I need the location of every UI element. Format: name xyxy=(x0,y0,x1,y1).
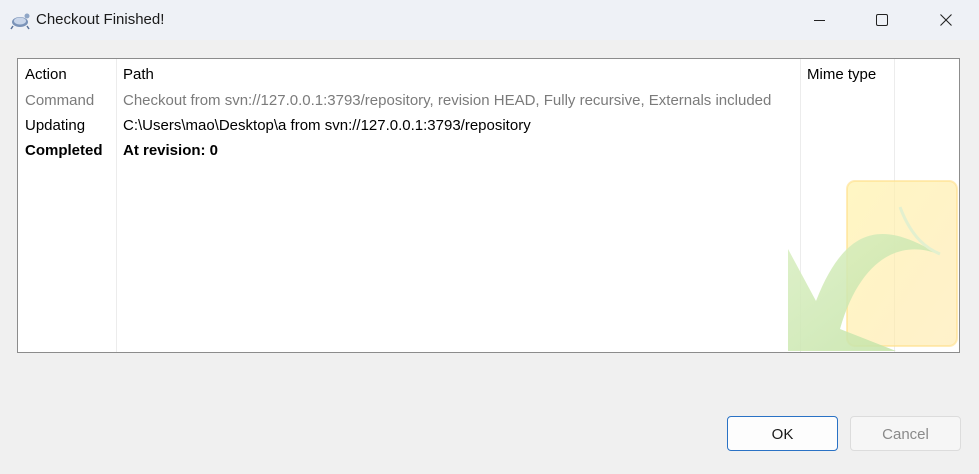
checkout-log-list[interactable]: Action Path Mime type Command Checkout f… xyxy=(17,58,960,353)
close-icon xyxy=(940,14,952,26)
close-button[interactable] xyxy=(915,0,977,40)
title-bar: Checkout Finished! xyxy=(0,0,979,40)
column-separator xyxy=(116,59,117,352)
path-cell: C:\Users\mao\Desktop\a from svn://127.0.… xyxy=(123,117,531,134)
tortoisesvn-icon xyxy=(9,10,31,30)
maximize-icon xyxy=(876,14,888,26)
minimize-button[interactable] xyxy=(789,0,851,40)
minimize-icon xyxy=(814,20,825,21)
checkmark-arrow-icon xyxy=(788,180,958,351)
action-cell: Updating xyxy=(25,117,86,134)
ok-button[interactable]: OK xyxy=(727,416,838,451)
path-cell: Checkout from svn://127.0.0.1:3793/repos… xyxy=(123,92,772,109)
maximize-button[interactable] xyxy=(851,0,913,40)
column-header-mime-type[interactable]: Mime type xyxy=(807,66,876,83)
window-title: Checkout Finished! xyxy=(36,11,165,28)
action-cell: Completed xyxy=(25,142,103,159)
path-cell: At revision: 0 xyxy=(123,142,219,159)
cancel-button[interactable]: Cancel xyxy=(850,416,961,451)
column-header-action[interactable]: Action xyxy=(25,66,67,83)
action-cell: Command xyxy=(25,92,95,109)
column-header-path[interactable]: Path xyxy=(123,66,154,83)
